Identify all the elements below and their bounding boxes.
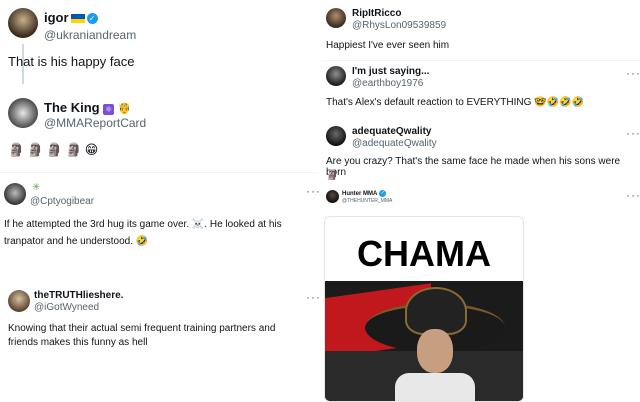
tweet-im-just-saying[interactable]: I'm just saying... @earthboy1976 ··· Tha…	[322, 62, 640, 116]
tweet-text: Happiest I've ever seen him	[326, 40, 450, 51]
tweet-text: 🗿🗿🗿🗿😁	[8, 142, 102, 157]
display-name[interactable]: Hunter MMA ✓	[342, 190, 387, 197]
tweet-adequateqwality[interactable]: adequateQwality @adequateQwality ··· Are…	[322, 122, 640, 184]
display-name[interactable]: ✳	[32, 182, 40, 193]
tweet-hunter-mma[interactable]: Hunter MMA ✓ @THEHUNTER_MMA ··· CHAMA	[322, 186, 640, 402]
display-name[interactable]: igor ✓	[44, 10, 98, 25]
verified-badge-icon: ✓	[86, 13, 98, 25]
avatar[interactable]	[8, 8, 38, 38]
display-name[interactable]: RipItRicco	[352, 8, 401, 19]
user-handle[interactable]: @RhysLon09539859	[352, 20, 446, 31]
display-name[interactable]: theTRUTHlieshere.	[34, 290, 123, 301]
more-options-icon[interactable]: ···	[306, 184, 321, 198]
more-options-icon[interactable]: ···	[306, 290, 321, 304]
more-options-icon[interactable]: ···	[626, 126, 640, 140]
avatar[interactable]	[326, 126, 346, 146]
shirt	[395, 373, 475, 401]
tweet-text: Knowing that their actual semi frequent …	[8, 323, 276, 348]
moai-emoji: 🗿	[326, 170, 339, 181]
display-name[interactable]: The King ⚛ 🤴	[44, 100, 132, 115]
avatar[interactable]	[4, 183, 26, 205]
tweet-igor[interactable]: igor ✓ @ukraniandream That is his happy f…	[0, 0, 318, 90]
avatar[interactable]	[8, 290, 30, 312]
user-handle[interactable]: @adequateQwality	[352, 138, 437, 149]
user-handle[interactable]: @iGotWyneed	[34, 302, 99, 313]
avatar[interactable]	[326, 66, 346, 86]
tweet-text: If he attempted the 3rd hug its game ove…	[4, 219, 282, 247]
tweet-ripitricco[interactable]: RipItRicco @RhysLon09539859 Happiest I'v…	[322, 0, 640, 58]
verified-badge-icon: ✓	[379, 190, 387, 197]
atom-icon: ⚛	[103, 104, 115, 115]
avatar[interactable]	[326, 190, 339, 203]
user-handle[interactable]: @earthboy1976	[352, 78, 423, 89]
tweet-text: That's Alex's default reaction to EVERYT…	[326, 97, 584, 108]
tweet-cptyogibear[interactable]: ✳ @Cptyogibear ··· If he attempted the 3…	[0, 176, 321, 266]
leaf-icon: ✳	[32, 182, 41, 193]
face	[417, 329, 453, 373]
display-name[interactable]: I'm just saying...	[352, 66, 429, 77]
more-options-icon[interactable]: ···	[626, 188, 640, 202]
user-handle[interactable]: @Cptyogibear	[30, 196, 94, 207]
avatar[interactable]	[8, 98, 38, 128]
meme-caption: CHAMA	[357, 233, 491, 274]
user-handle[interactable]: @THEHUNTER_MMA	[342, 198, 392, 204]
user-handle[interactable]: @ukraniandream	[44, 28, 136, 42]
divider	[322, 60, 640, 61]
meme-photo	[325, 281, 523, 401]
ukraine-flag-icon	[70, 14, 85, 24]
divider	[0, 172, 318, 173]
user-handle[interactable]: @MMAReportCard	[44, 116, 146, 130]
embedded-meme-image[interactable]: CHAMA	[324, 216, 524, 402]
king-emoji-icon: 🤴	[117, 103, 132, 115]
tweet-text: That is his happy face	[8, 54, 135, 69]
right-column: RipItRicco @RhysLon09539859 Happiest I'v…	[322, 0, 640, 402]
avatar[interactable]	[326, 8, 346, 28]
left-column: igor ✓ @ukraniandream That is his happy f…	[0, 0, 321, 400]
tweet-text: Are you crazy? That's the same face he m…	[326, 156, 621, 178]
tweet-the-king[interactable]: The King ⚛ 🤴 @MMAReportCard 🗿🗿🗿🗿😁	[0, 90, 318, 170]
sombrero-crown	[405, 287, 467, 335]
display-name[interactable]: adequateQwality	[352, 126, 431, 137]
tweet-thetruthlieshere[interactable]: theTRUTHlieshere. @iGotWyneed ··· Knowin…	[0, 282, 321, 392]
more-options-icon[interactable]: ···	[626, 66, 640, 80]
